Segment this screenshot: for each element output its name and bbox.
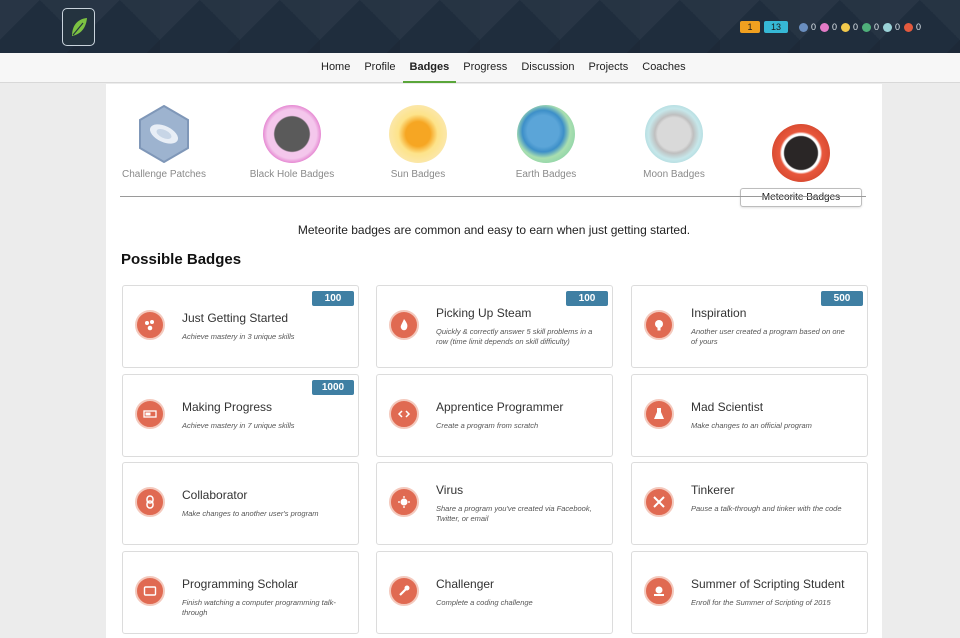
black-hole-mini-icon bbox=[820, 22, 829, 32]
flask-icon bbox=[644, 399, 674, 429]
badge-card[interactable]: Tinkerer Pause a talk-through and tinker… bbox=[631, 462, 868, 545]
badge-type-meteorite[interactable]: Meteorite Badges bbox=[739, 124, 863, 207]
flame-icon bbox=[389, 310, 419, 340]
possible-badges-heading: Possible Badges bbox=[121, 251, 242, 268]
lightbulb-icon bbox=[644, 310, 674, 340]
badge-card[interactable]: Making Progress Achieve mastery in 7 uni… bbox=[122, 374, 359, 457]
sun-icon bbox=[389, 105, 447, 163]
earth-count[interactable]: 0 bbox=[862, 22, 879, 32]
tools-icon bbox=[644, 487, 674, 517]
moon-count[interactable]: 0 bbox=[883, 22, 900, 32]
badges-panel: Challenge Patches Black Hole Badges Sun … bbox=[106, 84, 882, 638]
sun-count[interactable]: 0 bbox=[841, 22, 858, 32]
summer-badge-icon bbox=[644, 576, 674, 606]
badge-type-description: Meteorite badges are common and easy to … bbox=[297, 223, 691, 237]
badge-type-black-hole[interactable]: Black Hole Badges bbox=[242, 105, 342, 180]
badge-card[interactable]: Mad Scientist Make changes to an officia… bbox=[631, 374, 868, 457]
moon-icon bbox=[645, 105, 703, 163]
earth-icon bbox=[517, 105, 575, 163]
leaf-icon bbox=[71, 18, 87, 36]
profile-nav: Home Profile Badges Progress Discussion … bbox=[0, 53, 960, 83]
badge-card[interactable]: Summer of Scripting Student Enroll for t… bbox=[631, 551, 868, 634]
moon-mini-icon bbox=[883, 22, 892, 32]
badge-type-sun[interactable]: Sun Badges bbox=[368, 105, 468, 180]
badge-card[interactable]: Inspiration Another user created a progr… bbox=[631, 285, 868, 368]
meteorite-icon bbox=[772, 124, 830, 182]
sun-mini-icon bbox=[841, 22, 850, 32]
screen-icon bbox=[135, 576, 165, 606]
badge-card[interactable]: Just Getting Started Achieve mastery in … bbox=[122, 285, 359, 368]
energy-points-pill[interactable]: 1 bbox=[740, 21, 760, 33]
link-icon bbox=[135, 487, 165, 517]
challenge-patch-icon bbox=[139, 105, 189, 163]
badge-card[interactable]: Virus Share a program you've created via… bbox=[376, 462, 613, 545]
badge-type-selector: Challenge Patches Black Hole Badges Sun … bbox=[106, 84, 882, 207]
type-divider bbox=[120, 196, 866, 197]
badge-card[interactable]: Collaborator Make changes to another use… bbox=[122, 462, 359, 545]
badge-type-moon[interactable]: Moon Badges bbox=[624, 105, 724, 180]
points-badge: 100 bbox=[312, 291, 354, 306]
earth-mini-icon bbox=[862, 22, 871, 32]
badge-count-pill[interactable]: 13 bbox=[764, 21, 788, 33]
badge-card[interactable]: Challenger Complete a coding challenge bbox=[376, 551, 613, 634]
nav-badges[interactable]: Badges bbox=[402, 53, 457, 83]
nav-profile[interactable]: Profile bbox=[357, 53, 402, 83]
black-hole-count[interactable]: 0 bbox=[820, 22, 837, 32]
challenge-mini-icon bbox=[799, 22, 808, 32]
nav-projects[interactable]: Projects bbox=[582, 53, 636, 83]
logo[interactable] bbox=[62, 8, 95, 46]
nav-coaches[interactable]: Coaches bbox=[635, 53, 692, 83]
virus-icon bbox=[389, 487, 419, 517]
top-header: 1 13 0 0 0 0 0 0 bbox=[0, 0, 960, 53]
black-hole-icon bbox=[263, 105, 321, 163]
points-badge: 1000 bbox=[312, 380, 354, 395]
nav-progress[interactable]: Progress bbox=[456, 53, 514, 83]
badge-card[interactable]: Programming Scholar Finish watching a co… bbox=[122, 551, 359, 634]
badge-type-earth[interactable]: Earth Badges bbox=[496, 105, 596, 180]
badge-card[interactable]: Apprentice Programmer Create a program f… bbox=[376, 374, 613, 457]
meteor-chunks-icon bbox=[135, 310, 165, 340]
meteorite-mini-icon bbox=[904, 22, 913, 32]
wrench-icon bbox=[389, 576, 419, 606]
code-icon bbox=[389, 399, 419, 429]
points-badge: 500 bbox=[821, 291, 863, 306]
meteorite-count[interactable]: 0 bbox=[904, 22, 921, 32]
nav-discussion[interactable]: Discussion bbox=[514, 53, 581, 83]
challenge-count[interactable]: 0 bbox=[799, 22, 816, 32]
nav-home[interactable]: Home bbox=[314, 53, 357, 83]
progress-bar-icon bbox=[135, 399, 165, 429]
badge-card[interactable]: Picking Up Steam Quickly & correctly ans… bbox=[376, 285, 613, 368]
points-badge: 100 bbox=[566, 291, 608, 306]
badge-type-challenge-patches[interactable]: Challenge Patches bbox=[114, 105, 214, 180]
